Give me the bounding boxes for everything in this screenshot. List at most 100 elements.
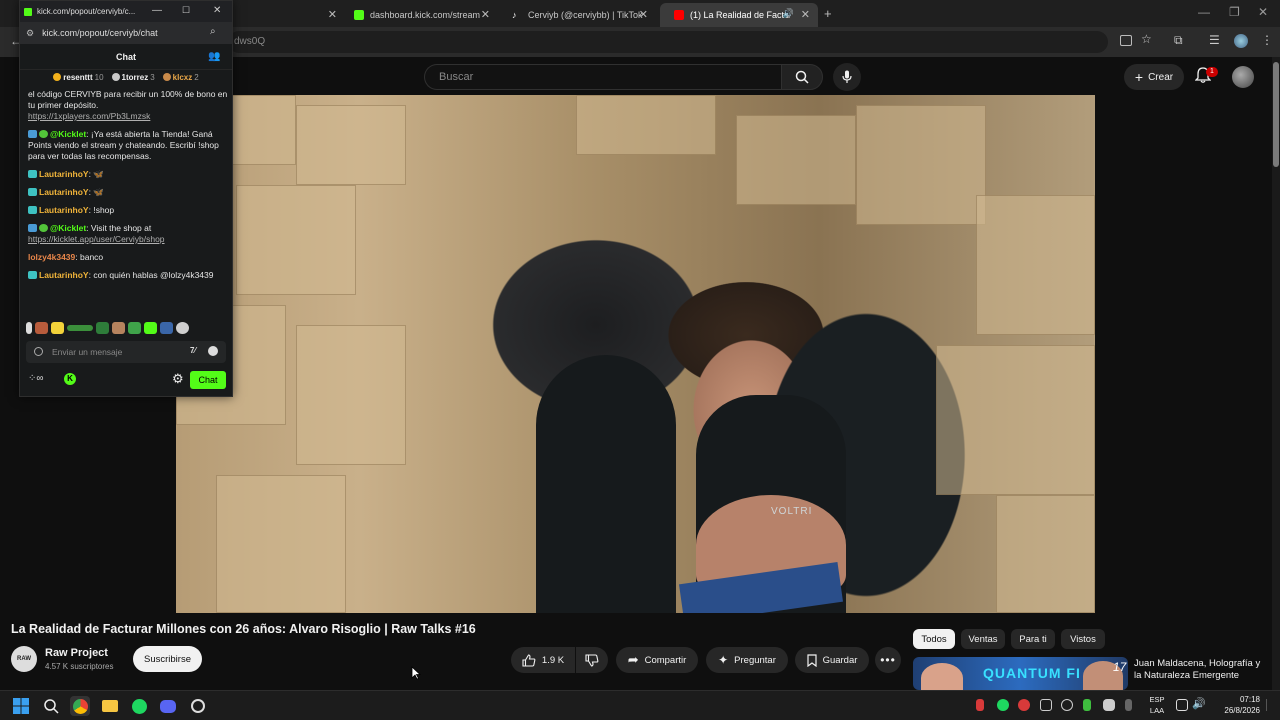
message-username[interactable]: LautarinhoY [39, 205, 89, 215]
user-avatar[interactable] [1232, 66, 1254, 88]
tab-search-icon[interactable]: ☰ [1209, 33, 1220, 47]
volume-icon[interactable]: 🔊 [1192, 697, 1206, 710]
chip-todos[interactable]: Todos [913, 629, 955, 649]
dislike-button[interactable] [576, 647, 608, 673]
tab-kick-dashboard[interactable]: dashboard.kick.com/stream ✕ [340, 3, 498, 27]
emote-icon[interactable] [35, 322, 48, 334]
emote-icon[interactable] [96, 322, 109, 334]
channel-avatar[interactable]: RAW [11, 646, 37, 672]
emote-icon[interactable] [160, 322, 173, 334]
search-icon [795, 70, 809, 84]
network-icon[interactable] [1176, 699, 1188, 711]
points-icon[interactable]: ⁘∞ [28, 373, 44, 384]
ask-button[interactable]: ✦ Preguntar [706, 647, 788, 673]
tray-usb-icon[interactable] [1040, 699, 1052, 711]
message-username[interactable]: lolzy4k3439 [28, 252, 75, 262]
close-icon[interactable]: ✕ [639, 8, 648, 21]
maximize-icon[interactable]: ❐ [1229, 5, 1240, 19]
chip-vistos[interactable]: Vistos [1061, 629, 1105, 649]
tab-tiktok[interactable]: ♪ Cerviyb (@cerviybb) | TikTok ✕ [498, 3, 656, 27]
address-bar[interactable]: dws0Q [228, 31, 1108, 53]
emote-icon[interactable] [128, 322, 141, 334]
maximize-icon[interactable]: ☐ [182, 5, 190, 16]
emote-icon[interactable] [176, 322, 189, 334]
tray-record-icon[interactable] [1018, 699, 1030, 711]
emote-icon[interactable] [67, 325, 93, 331]
emote-icon[interactable] [112, 322, 125, 334]
emote-icon[interactable] [26, 322, 32, 334]
cast-icon[interactable] [1120, 35, 1132, 46]
message-link[interactable]: https://kicklet.app/user/Cerviyb/shop [28, 234, 165, 244]
subscribe-button[interactable]: Suscribirse [133, 646, 202, 672]
chrome-taskbar-icon[interactable] [70, 696, 90, 716]
voice-search-button[interactable] [833, 63, 861, 91]
message-link[interactable]: https://1xplayers.com/Pb3Lmzsk [28, 111, 150, 121]
chat-message-list: el código CERVIYB para recibir un 100% d… [28, 89, 228, 288]
message-username[interactable]: LautarinhoY [39, 187, 89, 197]
message-username[interactable]: LautarinhoY [39, 270, 89, 280]
tray-mic-icon[interactable] [976, 699, 984, 711]
subscriber-badge-icon [28, 188, 37, 196]
chip-para-ti[interactable]: Para ti [1011, 629, 1055, 649]
speaker-icon[interactable]: 🔊 [783, 8, 794, 19]
spotify-taskbar-icon[interactable] [129, 696, 149, 716]
save-button[interactable]: Guardar [795, 647, 869, 673]
search-button[interactable] [781, 64, 823, 90]
kick-logo-icon[interactable]: K [64, 373, 76, 385]
emote-icon[interactable] [51, 322, 64, 334]
close-icon[interactable]: ✕ [801, 8, 810, 21]
tray-app-icon[interactable] [1061, 699, 1073, 711]
share-button[interactable]: ➦ Compartir [616, 647, 698, 673]
app-taskbar-icon[interactable] [188, 696, 208, 716]
leader-entry[interactable]: 1torrez 3 [111, 72, 155, 82]
site-info-icon[interactable]: ⚙ [26, 28, 34, 39]
leader-entry[interactable]: resenttt 10 [53, 72, 104, 82]
discord-taskbar-icon[interactable] [158, 696, 178, 716]
message-text: el código CERVIYB para recibir un 100% d… [28, 89, 228, 110]
emote-icon[interactable] [144, 322, 157, 334]
send-chat-button[interactable]: Chat [190, 371, 226, 389]
menu-kebab-icon[interactable]: ⋮ [1261, 33, 1273, 47]
leader-entry[interactable]: klcxz 2 [162, 72, 199, 82]
minimize-icon[interactable]: — [152, 5, 162, 16]
window-close-icon[interactable]: ✕ [1258, 5, 1268, 19]
scrollbar-thumb[interactable] [1273, 62, 1279, 167]
more-actions-button[interactable]: ••• [875, 647, 901, 673]
new-tab-button[interactable]: + [824, 6, 832, 21]
tab-youtube-active[interactable]: (1) La Realidad de Facturar M 🔊 ✕ [660, 3, 818, 27]
tray-microphone-icon[interactable] [1125, 699, 1132, 711]
recommended-video-thumbnail[interactable]: QUANTUM FI [913, 657, 1128, 690]
tray-nvidia-icon[interactable] [1083, 699, 1091, 711]
tray-discord-icon[interactable] [1103, 699, 1115, 711]
minimize-icon[interactable]: — [1198, 5, 1210, 19]
windows-start-icon[interactable] [11, 696, 31, 716]
search-icon[interactable]: ⌕ [210, 26, 216, 37]
message-username[interactable]: @Kicklet [50, 129, 86, 139]
input-language[interactable]: ESP LAA [1146, 694, 1168, 716]
settings-gear-icon[interactable]: ⚙ [172, 371, 184, 387]
users-icon[interactable]: 👥 [208, 51, 220, 62]
chip-ventas[interactable]: Ventas [961, 629, 1005, 649]
system-clock[interactable]: 07:18 26/8/2026 [1210, 694, 1260, 716]
channel-name[interactable]: Raw Project [45, 647, 108, 659]
close-icon[interactable]: ✕ [213, 5, 221, 16]
chat-message-input[interactable]: Enviar un mensaje 7⁄ [26, 341, 226, 363]
taskbar-search-icon[interactable] [41, 696, 61, 716]
message-username[interactable]: @Kicklet [50, 223, 86, 233]
create-button[interactable]: + Crear [1124, 64, 1184, 90]
like-button[interactable]: 1.9 K [511, 647, 575, 673]
show-desktop-button[interactable] [1266, 699, 1275, 711]
command-icon[interactable]: 7⁄ [190, 346, 196, 355]
search-input[interactable]: Buscar [424, 64, 782, 90]
recommended-video-title[interactable]: Juan Maldacena, Holografía y la Naturale… [1134, 658, 1264, 689]
message-username[interactable]: LautarinhoY [39, 169, 89, 179]
close-icon[interactable]: ✕ [328, 8, 337, 21]
bookmark-star-icon[interactable]: ☆ [1141, 32, 1152, 46]
close-icon[interactable]: ✕ [481, 8, 490, 21]
profile-avatar[interactable] [1234, 34, 1248, 48]
tray-spotify-icon[interactable] [997, 699, 1009, 711]
emoji-icon[interactable] [208, 346, 218, 356]
file-explorer-icon[interactable] [100, 696, 120, 716]
video-player[interactable]: VOLTRI [176, 95, 1095, 613]
extensions-icon[interactable]: ⧉ [1174, 33, 1183, 48]
